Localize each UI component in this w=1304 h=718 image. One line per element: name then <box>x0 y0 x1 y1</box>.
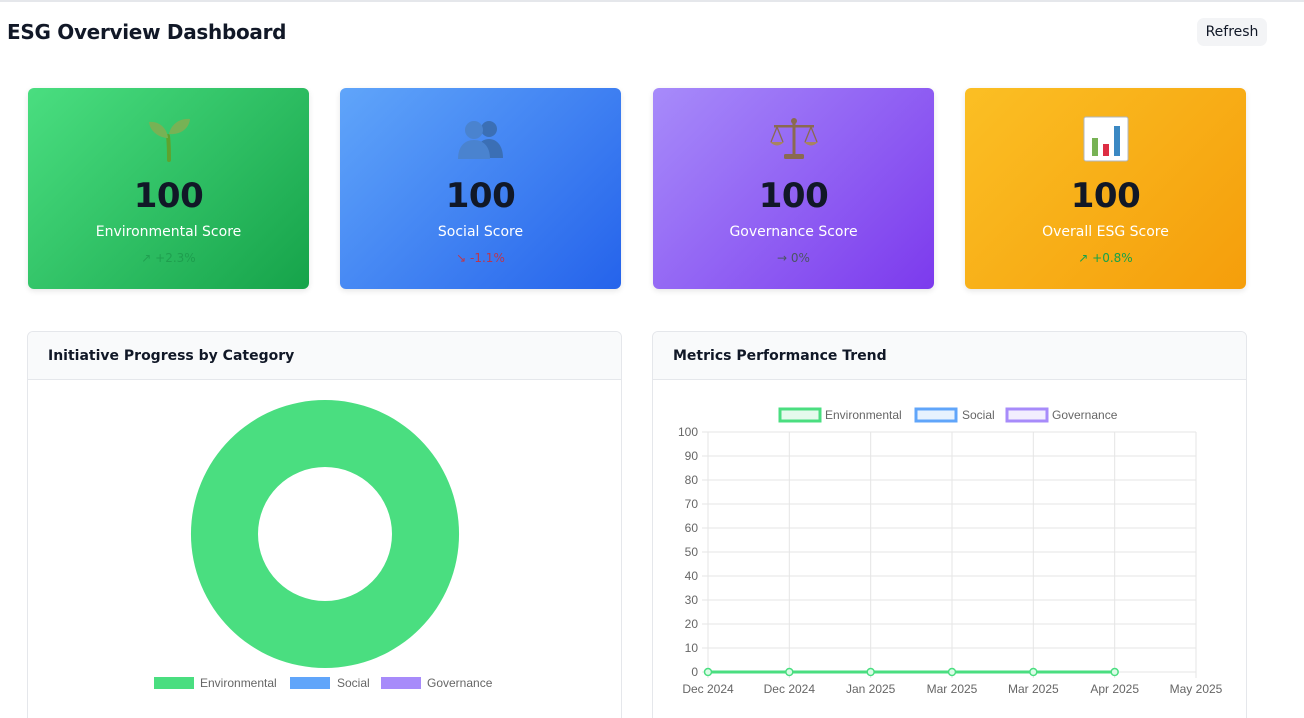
data-point-environmental[interactable] <box>1029 667 1038 677</box>
initiative-progress-header: Initiative Progress by Category <box>28 332 621 380</box>
scales-icon <box>653 116 934 162</box>
data-point-environmental[interactable] <box>947 667 957 677</box>
people-icon <box>340 116 621 162</box>
page-header: ESG Overview Dashboard Refresh <box>0 0 1304 64</box>
environmental-score-label: Environmental Score <box>95 224 242 240</box>
legend-swatch-social <box>290 677 330 689</box>
metrics-trend-panel: Metrics Performance Trend Environmental S… <box>652 331 1247 718</box>
metrics-trend-chart: Environmental Social Governance 0 10 20 30 40 5… <box>678 407 1223 696</box>
governance-score-card: 100 Governance Score → 0% <box>653 88 934 289</box>
data-point-environmental[interactable] <box>785 667 794 677</box>
data-point-environmental[interactable] <box>703 667 713 677</box>
legend-swatch-governance <box>381 677 421 689</box>
social-score-card: 100 Social Score ↘ -1.1% <box>340 88 621 289</box>
y-tick-label: 0 <box>691 665 698 679</box>
y-tick-label: 10 <box>685 641 699 655</box>
y-tick-label: 80 <box>685 473 699 487</box>
legend-swatch-environmental[interactable] <box>778 407 822 423</box>
y-tick-label: 50 <box>685 545 699 559</box>
y-tick-label: 20 <box>685 617 699 631</box>
legend-swatch-governance[interactable] <box>1005 407 1049 423</box>
y-tick-label: 30 <box>685 593 699 607</box>
legend-label-social: Social <box>337 676 370 690</box>
initiative-progress-chart: Environmental Social Governance <box>154 399 493 690</box>
initiative-progress-title: Initiative Progress by Category <box>48 347 295 364</box>
x-tick-label: Mar 2025 <box>927 682 978 696</box>
environmental-score-card: 100 Environmental Score ↗ +2.3% <box>28 88 309 289</box>
metrics-trend-title: Metrics Performance Trend <box>673 347 887 364</box>
legend-label-social[interactable]: Social <box>962 408 995 422</box>
y-tick-label: 90 <box>685 449 699 463</box>
bar-chart-icon <box>965 116 1246 162</box>
donut-slice-environmental[interactable] <box>190 399 460 668</box>
overall-esg-score-value: 100 <box>1070 176 1141 216</box>
x-tick-label: May 2025 <box>1170 682 1223 696</box>
legend-label-governance[interactable]: Governance <box>1052 408 1118 422</box>
y-tick-label: 40 <box>685 569 699 583</box>
legend-label-environmental[interactable]: Environmental <box>825 408 902 422</box>
social-score-change: ↘ -1.1% <box>456 251 505 265</box>
page-title: ESG Overview Dashboard <box>7 20 287 44</box>
overall-esg-score-change: ↗ +0.8% <box>1078 251 1133 265</box>
environmental-score-change: ↗ +2.3% <box>141 251 196 265</box>
seedling-icon <box>28 116 309 162</box>
overall-esg-score-card: 100 Overall ESG Score ↗ +0.8% <box>965 88 1246 289</box>
metrics-trend-header: Metrics Performance Trend <box>653 332 1246 380</box>
data-point-environmental[interactable] <box>866 667 875 677</box>
x-tick-label: Apr 2025 <box>1090 682 1139 696</box>
x-tick-label: Jan 2025 <box>846 682 896 696</box>
social-score-label: Social Score <box>437 224 524 240</box>
x-tick-label: Mar 2025 <box>1008 682 1059 696</box>
y-tick-label: 70 <box>685 497 699 511</box>
legend-swatch-social[interactable] <box>914 407 958 423</box>
legend-label-environmental: Environmental <box>200 676 277 690</box>
governance-score-value: 100 <box>758 176 829 216</box>
data-point-environmental[interactable] <box>1110 667 1119 677</box>
governance-score-label: Governance Score <box>729 224 858 240</box>
x-tick-label: Dec 2024 <box>764 682 816 696</box>
y-tick-label: 60 <box>685 521 699 535</box>
overall-esg-score-label: Overall ESG Score <box>1042 224 1169 240</box>
initiative-progress-panel: Initiative Progress by Category Environm… <box>27 331 622 718</box>
y-tick-label: 100 <box>678 425 698 439</box>
x-tick-label: Dec 2024 <box>682 682 734 696</box>
governance-score-change: → 0% <box>777 251 810 265</box>
legend-swatch-environmental <box>154 677 194 689</box>
legend-label-governance: Governance <box>427 676 493 690</box>
social-score-value: 100 <box>445 176 516 216</box>
environmental-score-value: 100 <box>133 176 204 216</box>
refresh-button[interactable]: Refresh <box>1197 18 1267 46</box>
